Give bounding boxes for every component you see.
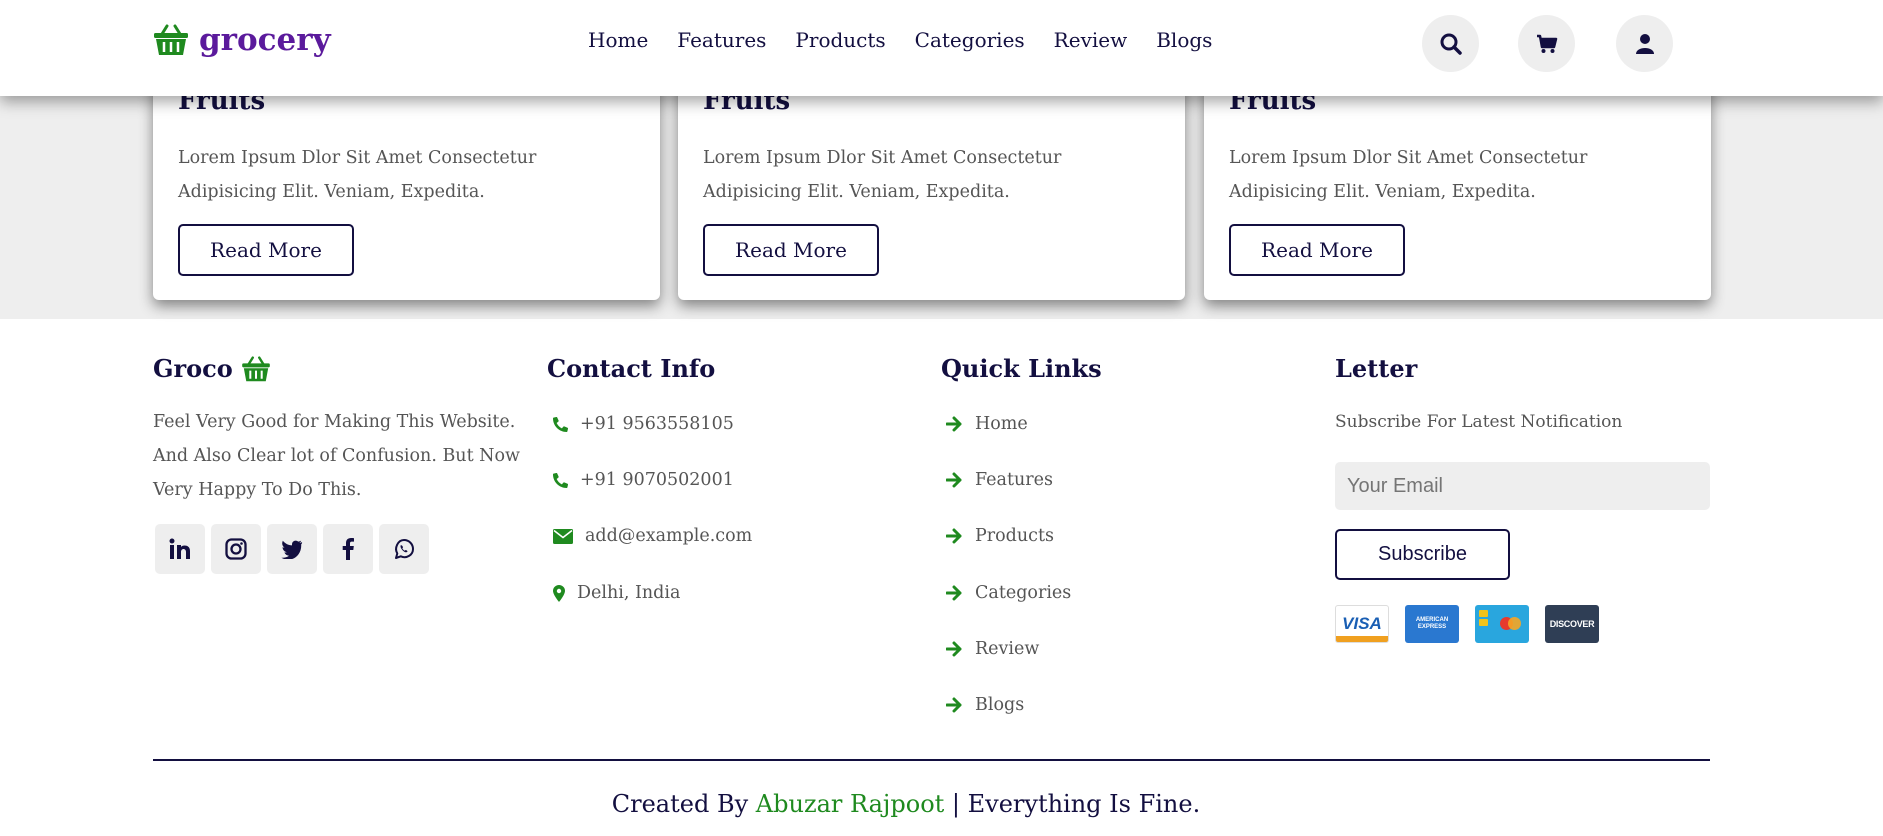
main-nav: Home Features Products Categories Review…: [588, 28, 1241, 52]
cart-icon: [1536, 34, 1557, 53]
footer-credit: Created By Abuzar Rajpoot | Everything I…: [0, 790, 1812, 818]
nav-home[interactable]: Home: [588, 28, 648, 52]
newsletter-subtitle: Subscribe For Latest Notification: [1335, 412, 1623, 432]
whatsapp-icon: [395, 539, 414, 559]
footer-contact: Contact Info: [547, 354, 715, 383]
blog-card: Fruits Lorem Ipsum Dlor Sit Amet Consect…: [153, 66, 660, 300]
linkedin-icon: [169, 538, 190, 559]
arrow-right-icon: [946, 416, 962, 432]
instagram-link[interactable]: [211, 524, 261, 574]
brand-name: Groco: [153, 354, 233, 383]
subscribe-button[interactable]: Subscribe: [1335, 529, 1510, 580]
arrow-right-icon: [946, 641, 962, 657]
cart-button[interactable]: [1518, 15, 1575, 72]
email-input[interactable]: [1335, 462, 1710, 510]
quick-link-label: Review: [975, 639, 1040, 659]
nav-blogs[interactable]: Blogs: [1156, 28, 1212, 52]
email-address: add@example.com: [585, 526, 753, 546]
map-marker-icon: [553, 584, 565, 602]
arrow-right-icon: [946, 472, 962, 488]
read-more-button[interactable]: Read More: [178, 224, 354, 276]
contact-title: Contact Info: [547, 354, 716, 383]
whatsapp-link[interactable]: [379, 524, 429, 574]
quick-link-label: Features: [975, 470, 1053, 490]
quick-link-label: Blogs: [975, 695, 1025, 715]
quick-link-products[interactable]: Products: [946, 526, 1054, 546]
location-text: Delhi, India: [577, 583, 681, 603]
quick-link-features[interactable]: Features: [946, 470, 1053, 490]
facebook-link[interactable]: [323, 524, 373, 574]
user-icon: [1635, 33, 1654, 54]
quick-link-review[interactable]: Review: [946, 639, 1039, 659]
contact-location[interactable]: Delhi, India: [553, 583, 680, 603]
nav-review[interactable]: Review: [1054, 28, 1128, 52]
blog-card: Fruits Lorem Ipsum Dlor Sit Amet Consect…: [678, 66, 1185, 300]
footer-brand-title: Groco: [153, 354, 523, 383]
nav-categories[interactable]: Categories: [915, 28, 1025, 52]
credit-suffix: | Everything Is Fine.: [951, 790, 1201, 818]
credit-author[interactable]: Abuzar Rajpoot: [756, 790, 944, 818]
instagram-icon: [225, 538, 247, 560]
phone-number: +91 9070502001: [580, 470, 734, 490]
footer-brand: Groco Feel Very Good for Making This Web…: [153, 354, 523, 507]
amex-card: AMERICAN EXPRESS: [1405, 605, 1459, 643]
phone-number: +91 9563558105: [580, 414, 734, 434]
quick-link-blogs[interactable]: Blogs: [946, 695, 1024, 715]
newsletter-title: Letter: [1335, 354, 1418, 383]
contact-phone-1[interactable]: +91 9563558105: [553, 414, 734, 434]
logo[interactable]: grocery: [153, 22, 331, 58]
site-header: grocery Home Features Products Categorie…: [0, 0, 1883, 96]
contact-email[interactable]: add@example.com: [553, 526, 752, 546]
blogs-section: Fruits Lorem Ipsum Dlor Sit Amet Consect…: [0, 66, 1883, 319]
linkedin-link[interactable]: [155, 524, 205, 574]
read-more-button[interactable]: Read More: [703, 224, 879, 276]
card-text: Lorem Ipsum Dlor Sit Amet Consectetur Ad…: [1229, 148, 1588, 202]
twitter-link[interactable]: [267, 524, 317, 574]
nav-features[interactable]: Features: [677, 28, 766, 52]
read-more-button[interactable]: Read More: [1229, 224, 1405, 276]
mastercard-label: mastercard: [1475, 605, 1476, 606]
social-links: [155, 524, 429, 574]
phone-icon: [553, 472, 568, 488]
payment-methods: VISA AMERICAN EXPRESS mastercard DISCOVE…: [1335, 605, 1599, 643]
card-text: Lorem Ipsum Dlor Sit Amet Consectetur Ad…: [178, 148, 537, 202]
basket-icon: [154, 24, 188, 55]
visa-label: VISA: [1342, 614, 1382, 633]
brand-description: Feel Very Good for Making This Website. …: [153, 412, 521, 500]
quick-link-label: Home: [975, 414, 1028, 434]
basket-icon: [241, 355, 270, 381]
envelope-icon: [553, 528, 573, 544]
quick-link-label: Categories: [975, 583, 1072, 603]
contact-phone-2[interactable]: +91 9070502001: [553, 470, 734, 490]
blog-card: Fruits Lorem Ipsum Dlor Sit Amet Consect…: [1204, 66, 1711, 300]
card-text: Lorem Ipsum Dlor Sit Amet Consectetur Ad…: [703, 148, 1062, 202]
credit-prefix: Created By: [611, 790, 749, 818]
nav-products[interactable]: Products: [795, 28, 885, 52]
quick-link-home[interactable]: Home: [946, 414, 1028, 434]
visa-card: VISA: [1335, 605, 1389, 643]
discover-card: DISCOVER: [1545, 605, 1599, 643]
quick-link-categories[interactable]: Categories: [946, 583, 1071, 603]
discover-label: DISCOVER: [1549, 619, 1595, 629]
mastercard-card: mastercard: [1475, 605, 1529, 643]
arrow-right-icon: [946, 585, 962, 601]
search-button[interactable]: [1422, 15, 1479, 72]
search-icon: [1440, 33, 1462, 55]
user-button[interactable]: [1616, 15, 1673, 72]
footer-quick-links: Quick Links: [941, 354, 1102, 383]
footer-newsletter: Letter Subscribe For Latest Notification: [1335, 354, 1705, 439]
twitter-icon: [281, 540, 303, 559]
facebook-icon: [342, 538, 354, 560]
phone-icon: [553, 416, 568, 432]
arrow-right-icon: [946, 528, 962, 544]
footer-divider: [153, 759, 1710, 761]
logo-text: grocery: [199, 22, 331, 58]
quick-links-title: Quick Links: [941, 354, 1102, 383]
arrow-right-icon: [946, 697, 962, 713]
quick-link-label: Products: [975, 526, 1054, 546]
amex-label: AMERICAN EXPRESS: [1415, 617, 1449, 630]
